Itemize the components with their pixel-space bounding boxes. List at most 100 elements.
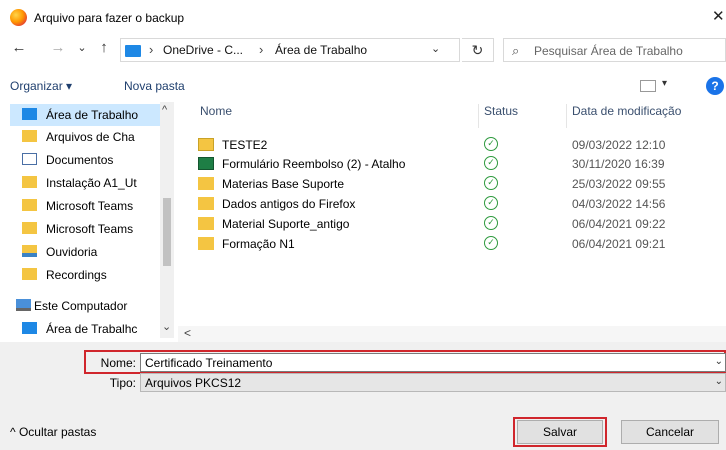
breadcrumb-separator: › xyxy=(259,42,264,57)
sidebar-item-label: Recordings xyxy=(46,268,107,282)
desktop-icon xyxy=(125,45,141,57)
sync-ok-icon: ✓ xyxy=(484,176,498,190)
breadcrumb-desktop[interactable]: Área de Trabalho xyxy=(275,43,367,57)
hide-folders-button[interactable]: ^ Ocultar pastas xyxy=(10,425,96,439)
file-name: Material Suporte_antigo xyxy=(222,217,350,231)
sidebar-item-arquivos[interactable]: Arquivos de Cha xyxy=(10,126,160,148)
view-dropdown-icon[interactable]: ▾ xyxy=(662,78,667,89)
sidebar-item-label: Área de Trabalhc xyxy=(46,322,138,336)
column-header-name[interactable]: Nome xyxy=(200,104,232,128)
firefox-icon xyxy=(10,9,27,26)
view-options-icon[interactable] xyxy=(640,80,656,92)
save-button[interactable]: Salvar xyxy=(517,420,603,444)
file-date: 04/03/2022 14:56 xyxy=(572,197,666,211)
file-row[interactable]: Formulário Reembolso (2) - Atalho ✓ 30/1… xyxy=(196,154,726,174)
folder-icon xyxy=(198,197,214,210)
scroll-down-icon[interactable]: ⌄ xyxy=(162,320,171,333)
folder-icon xyxy=(22,268,37,280)
sidebar-item-desktop-2[interactable]: Área de Trabalhc xyxy=(10,318,160,340)
sidebar-item-label: Documentos xyxy=(46,153,114,167)
sync-ok-icon: ✓ xyxy=(484,216,498,230)
file-date: 06/04/2021 09:21 xyxy=(572,237,666,251)
file-row[interactable]: Material Suporte_antigo ✓ 06/04/2021 09:… xyxy=(196,214,726,234)
scroll-up-icon[interactable]: ^ xyxy=(162,104,167,116)
sidebar-item-recordings[interactable]: Recordings xyxy=(10,264,160,286)
sidebar-scroll-thumb[interactable] xyxy=(163,198,171,266)
sidebar-item-documentos[interactable]: Documentos xyxy=(10,149,160,171)
search-box[interactable]: ⌕ Pesquisar Área de Trabalho xyxy=(503,38,726,62)
refresh-button[interactable]: ↻ xyxy=(462,38,494,62)
sidebar-item-instalacao[interactable]: Instalação A1_Ut xyxy=(10,172,160,194)
sidebar-item-label: Arquivos de Cha xyxy=(46,130,135,144)
file-name: Dados antigos do Firefox xyxy=(222,197,356,211)
sidebar-item-label: Área de Trabalho xyxy=(46,108,139,122)
sidebar-item-label: Microsoft Teams xyxy=(46,222,134,236)
horizontal-scrollbar[interactable]: < xyxy=(178,326,726,342)
file-row[interactable]: Formação N1 ✓ 06/04/2021 09:21 xyxy=(196,234,726,254)
file-type-select[interactable]: Arquivos PKCS12 ⌄ xyxy=(140,373,726,392)
title-bar: Arquivo para fazer o backup ✕ xyxy=(0,0,726,34)
scroll-left-icon[interactable]: < xyxy=(184,326,191,340)
folder-icon xyxy=(22,199,37,211)
excel-shortcut-icon xyxy=(198,157,214,170)
breadcrumb-onedrive[interactable]: OneDrive - C... xyxy=(163,43,243,57)
column-divider[interactable] xyxy=(478,104,479,128)
search-icon: ⌕ xyxy=(512,43,520,58)
folder-icon xyxy=(22,222,37,234)
sync-ok-icon: ✓ xyxy=(484,236,498,250)
file-name-value: Certificado Treinamento xyxy=(145,356,273,370)
folder-icon xyxy=(22,130,37,142)
sidebar-item-label: Este Computador xyxy=(34,299,128,313)
close-button[interactable]: ✕ xyxy=(712,7,726,25)
sidebar-item-label: Ouvidoria xyxy=(46,245,98,259)
folder-icon xyxy=(198,177,214,190)
file-row[interactable]: TESTE2 ✓ 09/03/2022 12:10 xyxy=(196,135,726,155)
document-icon xyxy=(22,153,37,165)
file-name: Materias Base Suporte xyxy=(222,177,345,191)
shared-folder-icon xyxy=(22,245,37,257)
file-date: 09/03/2022 12:10 xyxy=(572,138,666,152)
shortcut-folder-icon xyxy=(198,138,214,151)
file-row[interactable]: Dados antigos do Firefox ✓ 04/03/2022 14… xyxy=(196,194,726,214)
recent-locations-button[interactable]: ⌄ xyxy=(74,38,90,58)
breadcrumb-separator: › xyxy=(149,42,154,57)
sync-ok-icon: ✓ xyxy=(484,196,498,210)
chevron-down-icon[interactable]: ⌄ xyxy=(431,42,440,55)
back-button[interactable]: ← xyxy=(8,38,30,58)
navigation-pane: Área de Trabalho Arquivos de Cha Documen… xyxy=(0,102,176,342)
desktop-icon xyxy=(22,322,37,334)
desktop-icon xyxy=(22,108,37,120)
window-title: Arquivo para fazer o backup xyxy=(34,11,185,25)
sidebar-item-label: Instalação A1_Ut xyxy=(46,176,137,190)
folder-icon xyxy=(22,176,37,188)
sidebar-item-computer[interactable]: Este Computador xyxy=(4,295,154,317)
name-label: Nome: xyxy=(100,356,136,370)
file-date: 30/11/2020 16:39 xyxy=(572,157,665,171)
file-name: Formação N1 xyxy=(222,237,295,251)
chevron-down-icon[interactable]: ⌄ xyxy=(715,376,723,387)
computer-icon xyxy=(16,299,31,311)
up-button[interactable]: ↑ xyxy=(94,38,114,58)
new-folder-button[interactable]: Nova pasta xyxy=(124,79,185,93)
column-header-status[interactable]: Status xyxy=(484,104,518,128)
sidebar-item-desktop[interactable]: Área de Trabalho xyxy=(10,104,160,126)
sidebar-item-ouvidoria[interactable]: Ouvidoria xyxy=(10,241,160,263)
organize-button[interactable]: Organizar ▾ xyxy=(10,79,72,93)
file-type-value: Arquivos PKCS12 xyxy=(145,376,242,390)
cancel-button[interactable]: Cancelar xyxy=(621,420,719,444)
forward-button[interactable]: → xyxy=(48,38,68,58)
sync-ok-icon: ✓ xyxy=(484,156,498,170)
column-header-date[interactable]: Data de modificação xyxy=(572,104,681,128)
search-input[interactable]: Pesquisar Área de Trabalho xyxy=(534,44,683,58)
help-icon[interactable]: ? xyxy=(706,77,724,95)
sidebar-item-teams-1[interactable]: Microsoft Teams xyxy=(10,195,160,217)
address-bar[interactable]: › OneDrive - C... › Área de Trabalho ⌄ xyxy=(120,38,460,62)
file-row[interactable]: Materias Base Suporte ✓ 25/03/2022 09:55 xyxy=(196,174,726,194)
column-divider[interactable] xyxy=(566,104,567,128)
file-name-field[interactable]: Certificado Treinamento ⌄ xyxy=(140,353,726,372)
file-date: 25/03/2022 09:55 xyxy=(572,177,666,191)
sidebar-item-teams-2[interactable]: Microsoft Teams xyxy=(10,218,160,240)
folder-icon xyxy=(198,217,214,230)
toolbar: Organizar ▾ Nova pasta ▾ ? xyxy=(0,74,726,102)
chevron-down-icon[interactable]: ⌄ xyxy=(715,356,723,367)
